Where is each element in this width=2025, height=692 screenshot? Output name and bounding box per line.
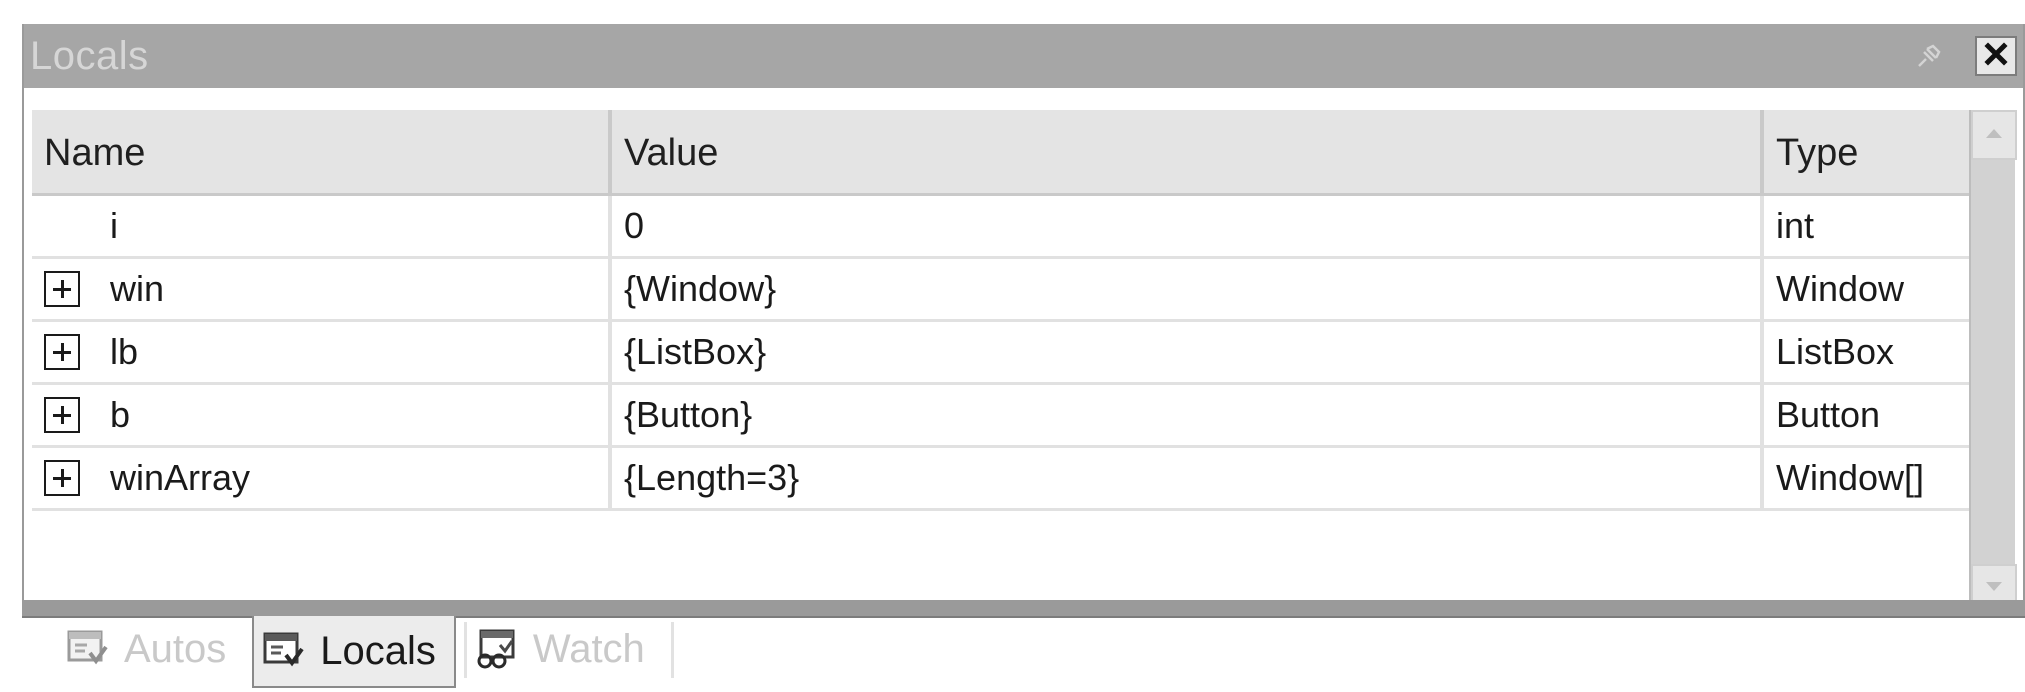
column-header-type[interactable]: Type [1764, 110, 1982, 196]
tab-label: Locals [320, 628, 436, 673]
value-cell[interactable]: {Button} [612, 385, 1764, 445]
variable-name: i [110, 205, 118, 246]
tab-label: Autos [124, 626, 227, 671]
expand-plus-icon[interactable] [44, 397, 80, 433]
close-button[interactable] [1975, 36, 2017, 76]
name-cell: i [32, 196, 612, 256]
name-cell: winArray [32, 448, 612, 508]
expand-plus-icon[interactable] [44, 271, 80, 307]
type-cell: Window [1776, 268, 1905, 309]
type-cell: Window[] [1776, 457, 1925, 498]
close-icon [1984, 41, 2008, 71]
value-cell[interactable]: {Length=3} [612, 448, 1764, 508]
scroll-down-arrow-icon [1984, 580, 2004, 599]
expand-plus-icon[interactable] [44, 460, 80, 496]
name-cell: lb [32, 322, 612, 382]
type-cell: Button [1776, 394, 1881, 435]
scroll-up-arrow-icon [1984, 126, 2004, 145]
locals-window: Locals Name Value Type i 0 int win {Wind… [22, 24, 2025, 618]
variable-name: winArray [110, 457, 251, 498]
value-cell[interactable]: {Window} [612, 259, 1764, 319]
table-row[interactable]: win {Window} Window [32, 259, 1982, 322]
tab-autos[interactable]: Autos [58, 618, 244, 680]
autos-window-icon [66, 629, 110, 669]
tab-label: Watch [532, 626, 645, 671]
table-row[interactable]: lb {ListBox} ListBox [32, 322, 1982, 385]
grid-header: Name Value Type [32, 110, 1982, 196]
column-header-value[interactable]: Value [612, 110, 1764, 196]
tab-divider [670, 622, 674, 678]
table-row[interactable]: b {Button} Button [32, 385, 1982, 448]
variable-name: win [110, 268, 165, 309]
variable-name: lb [110, 331, 139, 372]
grid-rows: i 0 int win {Window} Window lb {ListBox}… [32, 196, 1982, 511]
scroll-up-button[interactable] [1971, 110, 2017, 160]
value-cell[interactable]: 0 [612, 196, 1764, 256]
tab-watch[interactable]: Watch [467, 618, 663, 680]
debug-window-tabs: Autos Locals Watch [58, 616, 674, 692]
tab-locals[interactable]: Locals [252, 616, 456, 688]
type-cell: ListBox [1776, 331, 1895, 372]
expand-plus-icon[interactable] [44, 334, 80, 370]
locals-window-icon [262, 631, 306, 671]
column-header-name[interactable]: Name [32, 110, 612, 196]
variable-name: b [110, 394, 131, 435]
table-row[interactable]: i 0 int [32, 196, 1982, 259]
pin-icon[interactable] [1911, 40, 1945, 74]
window-title: Locals [30, 34, 149, 78]
watch-window-icon [475, 629, 519, 669]
locals-grid: Name Value Type i 0 int win {Window} Win… [32, 110, 1982, 614]
type-cell: int [1776, 205, 1815, 246]
vertical-scrollbar[interactable] [1969, 110, 2017, 614]
value-cell[interactable]: {ListBox} [612, 322, 1764, 382]
window-titlebar[interactable]: Locals [24, 24, 2023, 88]
name-cell: b [32, 385, 612, 445]
name-cell: win [32, 259, 612, 319]
table-row[interactable]: winArray {Length=3} Window[] [32, 448, 1982, 511]
